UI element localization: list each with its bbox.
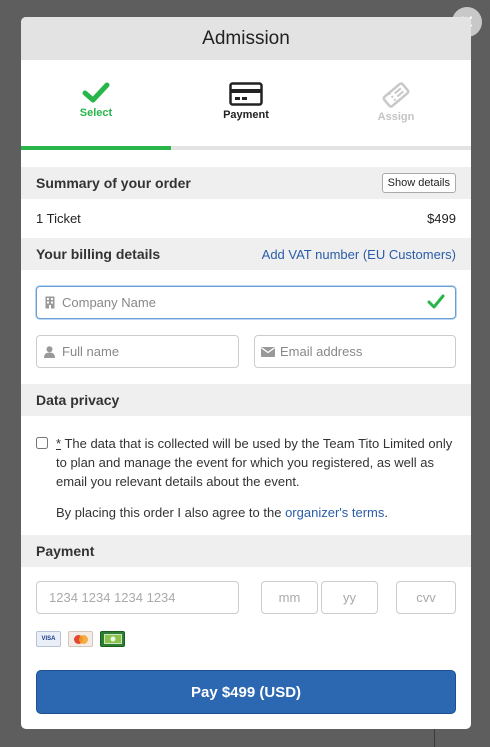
envelope-icon [255,346,280,357]
cvv-input[interactable]: cvv [396,581,456,614]
full-name-field[interactable]: Full name [36,335,239,368]
company-name-field[interactable]: Company Name [36,286,456,319]
card-number-placeholder: 1234 1234 1234 1234 [49,590,176,605]
privacy-header: Data privacy [21,384,471,416]
step-select-label: Select [79,107,113,119]
cash-icon [100,631,125,647]
terms-agreement: By placing this order I also agree to th… [21,491,471,520]
expiry-month-placeholder: mm [278,590,301,605]
billing-title: Your billing details [36,246,161,262]
expiry-month-input[interactable]: mm [261,581,318,614]
step-payment-label: Payment [223,109,269,121]
step-progress-bar [21,146,471,150]
valid-checkmark-icon [427,294,445,309]
card-inputs: 1234 1234 1234 1234 mm yy cvv [21,581,471,614]
modal-title: Admission [21,17,471,60]
email-placeholder: Email address [280,344,363,359]
show-details-button[interactable]: Show details [381,173,456,193]
company-name-placeholder: Company Name [62,295,156,310]
ticket-quantity: 1 Ticket [36,211,81,226]
cvv-placeholder: cvv [416,590,436,605]
order-summary-title: Summary of your order [36,175,191,191]
pay-button[interactable]: Pay $499 (USD) [36,670,456,714]
step-payment[interactable]: Payment [171,60,321,150]
step-assign: Assign [321,60,471,150]
payment-title: Payment [36,543,95,559]
privacy-title: Data privacy [36,392,120,408]
building-icon [37,296,62,309]
order-line-item: 1 Ticket $499 [21,199,471,238]
step-assign-label: Assign [377,111,415,123]
order-summary-header: Summary of your order Show details [21,167,471,199]
checkout-steps: Select Payment Assign [21,60,471,150]
ticket-price: $499 [427,211,456,226]
ticket-icon [382,82,410,108]
checkmark-icon [82,82,110,103]
step-select[interactable]: Select [21,60,171,150]
user-icon [37,345,62,358]
payment-header: Payment [21,535,471,567]
organizer-terms-link[interactable]: organizer's terms [285,505,384,520]
email-field[interactable]: Email address [254,335,456,368]
payment-brands: VISA [21,631,471,647]
add-vat-link[interactable]: Add VAT number (EU Customers) [262,247,456,262]
mastercard-icon [68,631,93,647]
admission-modal: Admission Select Payment Assign Summary … [21,17,471,729]
billing-header: Your billing details Add VAT number (EU … [21,238,471,270]
terms-agreement-suffix: . [384,505,388,520]
privacy-consent-text: * The data that is collected will be use… [56,434,456,491]
terms-agreement-prefix: By placing this order I also agree to th… [56,505,286,520]
visa-icon: VISA [36,631,61,647]
privacy-consent-body: The data that is collected will be used … [56,436,453,489]
expiry-year-input[interactable]: yy [321,581,378,614]
visa-label: VISA [41,636,56,642]
privacy-consent: * The data that is collected will be use… [21,416,471,491]
step-progress-fill [21,146,171,150]
expiry-year-placeholder: yy [343,590,356,605]
credit-card-icon [229,82,263,106]
privacy-consent-checkbox[interactable] [36,437,48,449]
card-number-input[interactable]: 1234 1234 1234 1234 [36,581,239,614]
full-name-placeholder: Full name [62,344,120,359]
